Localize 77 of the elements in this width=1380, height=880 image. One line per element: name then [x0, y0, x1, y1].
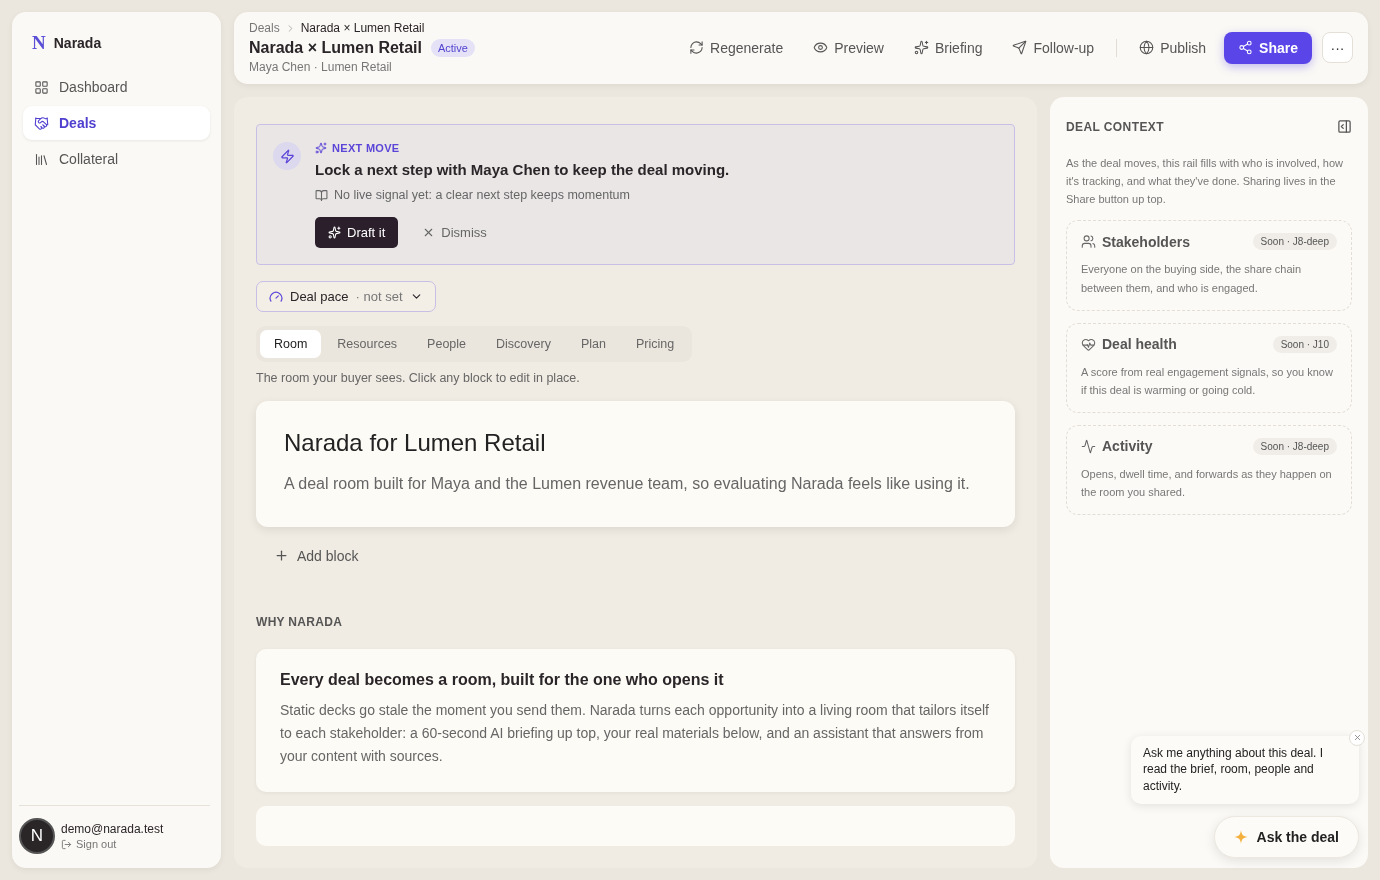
eye-icon [813, 40, 829, 55]
block-text: Static decks go stale the moment you send them. Narada turns each opportunity into a living room that tailors itself to each stakeholder: a 60-second AI briefing up top, your real materials below, and an assistant that answers from your content with sources. [280, 700, 990, 766]
user-email: demo@narada.test [61, 822, 164, 836]
deal-pace-dropdown[interactable]: Deal pace · not set [256, 281, 436, 312]
action-button[interactable]: Publish [1127, 31, 1219, 64]
breadcrumb-link[interactable]: Narada × Lumen Retail [300, 21, 425, 35]
book-icon [315, 188, 328, 202]
action-button[interactable]: Preview [801, 31, 896, 64]
hero-title: Narada for Lumen Retail [284, 429, 547, 457]
assistant-message: Ask me anything about this deal. I read the brief, room, people and activity. [1143, 745, 1324, 794]
library-icon [34, 151, 49, 167]
close-icon [1352, 733, 1362, 743]
page-title: Narada × Lumen Retail [249, 39, 422, 57]
next-move-title: Lock a next step with Maya Chen to keep the deal moving. [315, 161, 730, 178]
sparkles-icon [328, 226, 341, 239]
breadcrumb-link[interactable]: Deals [249, 21, 280, 35]
rail-title: DEAL CONTEXT [1066, 119, 1164, 134]
content-block[interactable] [256, 648, 1015, 792]
ask-button[interactable]: Ask the deal [1213, 816, 1359, 858]
nav-item[interactable]: Deals [23, 106, 210, 140]
add-block-button[interactable]: Add block [268, 546, 365, 565]
card-title: Stakeholders [1102, 233, 1190, 250]
star-icon [1233, 830, 1248, 844]
brand-name: Narada [53, 35, 102, 51]
card-title: Deal health [1102, 336, 1177, 353]
send-icon [1012, 40, 1028, 55]
page-subtitle: Maya Chen · Lumen Retail [249, 60, 393, 74]
action-button[interactable]: Share [1224, 31, 1312, 64]
more-button[interactable]: ··· [1322, 32, 1353, 63]
gauge-icon [269, 289, 283, 304]
nav-item[interactable]: Collateral [23, 142, 210, 176]
soon-badge: Soon · J8-deep [1252, 233, 1337, 251]
section-heading: WHY NARADA [256, 614, 344, 629]
tab[interactable]: Resources [323, 330, 412, 358]
grid-icon [34, 79, 49, 95]
globe-icon [1139, 40, 1155, 55]
close-button[interactable] [1349, 729, 1365, 746]
eyebrow-label: NEXT MOVE [332, 142, 400, 154]
tab[interactable]: Room [260, 330, 322, 358]
rail-intro: As the deal moves, this rail fills with who is involved, how it's tracking, and what they've done. Sharing lives in the Share button up top. [1066, 156, 1344, 208]
panel-toggle-icon[interactable] [1337, 119, 1352, 134]
dismiss-button[interactable]: Dismiss [416, 224, 493, 241]
heart-icon [1081, 336, 1096, 352]
user-avatar[interactable]: N [19, 818, 55, 854]
tab[interactable]: People [413, 330, 481, 358]
sparkles-icon [315, 142, 327, 154]
sign-out-icon [61, 838, 72, 850]
soon-badge: Soon · J10 [1272, 335, 1337, 353]
sign-out-link[interactable]: Sign out [61, 838, 164, 850]
tab[interactable]: Discovery [482, 330, 565, 358]
action-button[interactable]: Regenerate [677, 31, 796, 64]
next-move-note: No live signal yet: a clear next step keeps momentum [334, 188, 630, 202]
bolt-icon [273, 142, 301, 170]
card-text: Opens, dwell time, and forwards as they happen on the room you shared. [1081, 467, 1333, 501]
brand-logo: N [32, 32, 46, 54]
nav-item[interactable]: Dashboard [23, 70, 210, 104]
sparkles-icon [914, 40, 929, 55]
share-icon [1238, 40, 1254, 55]
tab[interactable]: Pricing [621, 330, 689, 358]
status-badge: Active [430, 39, 475, 57]
hero-block[interactable]: Narada for Lumen Retail A deal room built for Maya and the Lumen revenue team, so evaluating Narada feels like using it. [256, 401, 1015, 527]
soon-badge: Soon · J8-deep [1252, 438, 1337, 455]
action-button[interactable]: Follow-up [1000, 31, 1107, 64]
refresh-icon [689, 40, 704, 55]
pulse-icon [1081, 439, 1096, 454]
handshake-icon [34, 115, 49, 131]
card-title: Activity [1102, 438, 1153, 455]
tab[interactable]: Plan [566, 330, 620, 358]
action-button[interactable]: Briefing [902, 31, 995, 64]
hero-text: A deal room built for Maya and the Lumen revenue team, so evaluating Narada feels like using it. [284, 474, 971, 494]
plus-icon [274, 548, 289, 564]
draft-button[interactable]: Draft it [315, 217, 399, 248]
card-text: A score from real engagement signals, so you know if this deal is warming or going cold. [1081, 364, 1334, 398]
card-text: Everyone on the buying side, the share chain between them, and who is engaged. [1081, 262, 1303, 296]
tab-hint: The room your buyer sees. Click any block to edit in place. [256, 371, 581, 385]
block-title: Every deal becomes a room, built for the one who opens it [280, 670, 725, 689]
users-icon [1081, 234, 1096, 250]
